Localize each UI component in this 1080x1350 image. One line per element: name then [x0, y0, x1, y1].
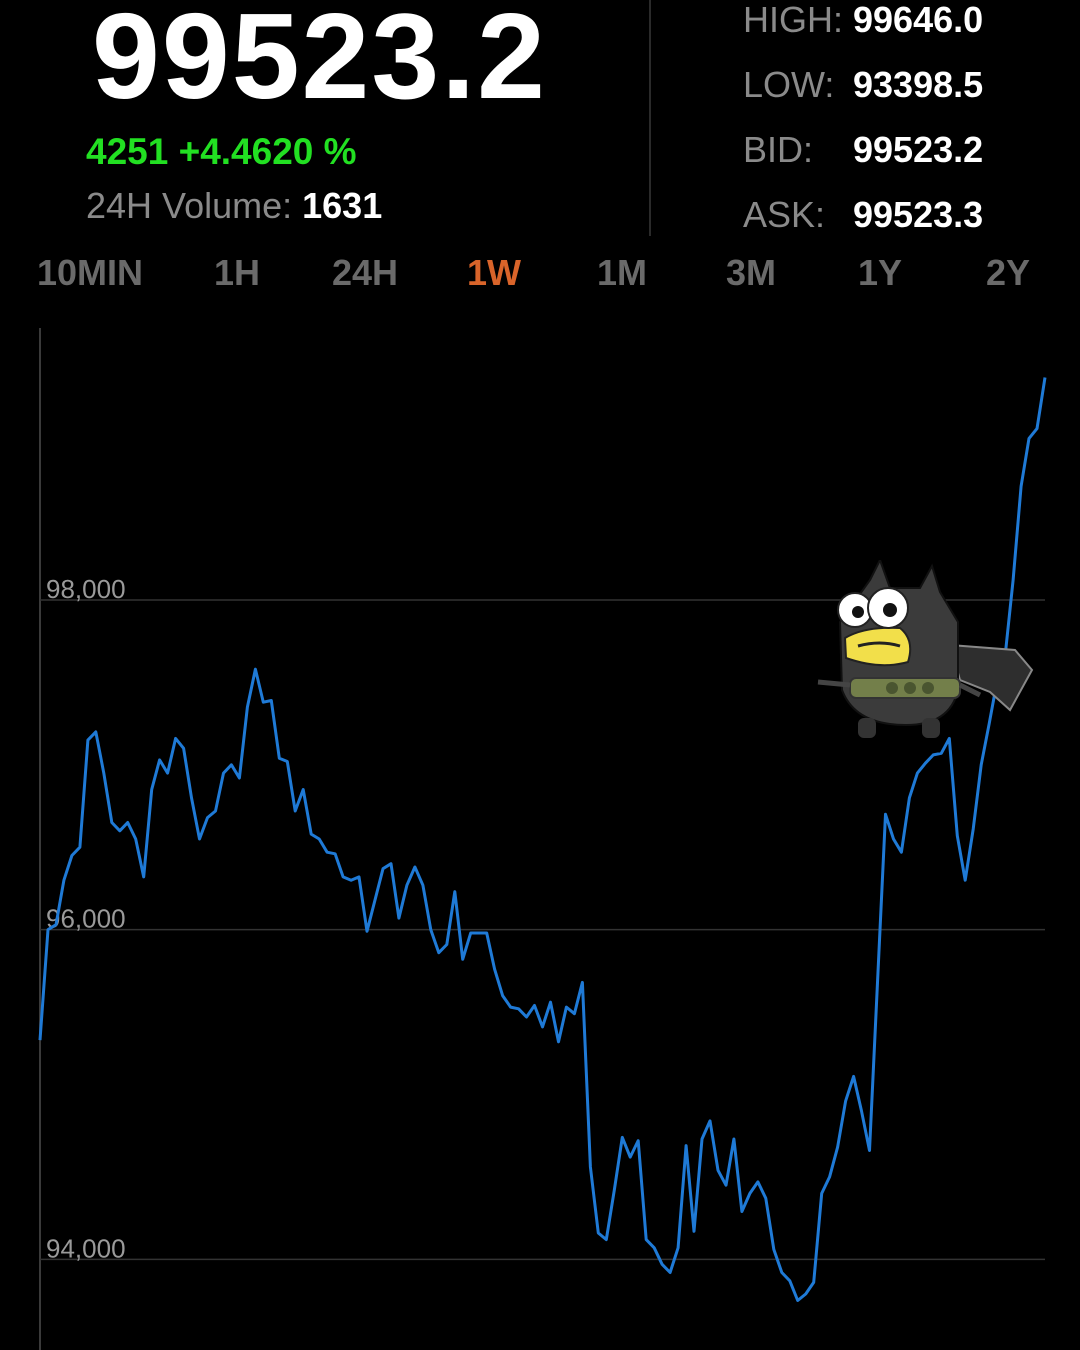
y-tick-label: 98,000: [46, 574, 126, 604]
chart-series: [38, 377, 1047, 1302]
price-line: [38, 377, 1047, 1302]
y-tick-label: 94,000: [46, 1233, 126, 1263]
bat-costume-cartoon-icon: [810, 557, 1040, 750]
